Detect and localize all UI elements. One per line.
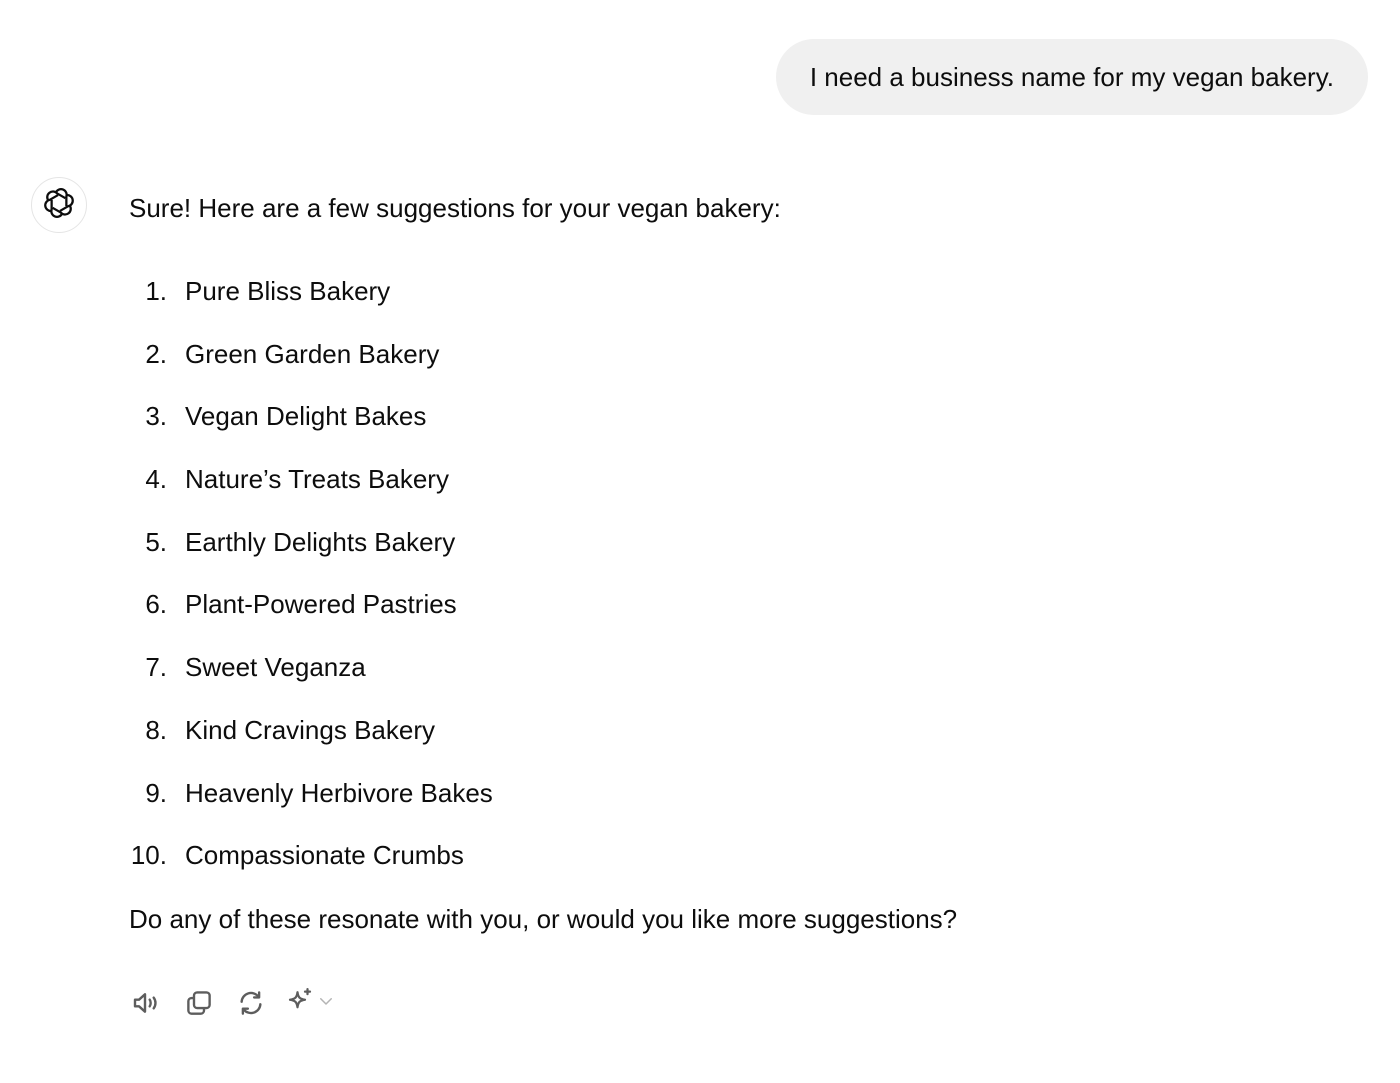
chevron-down-icon [317, 992, 335, 1015]
suggestion-list: 1. Pure Bliss Bakery 2. Green Garden Baker… [129, 269, 1329, 877]
list-item: 8. Kind Cravings Bakery [129, 708, 1329, 752]
list-item: 9. Heavenly Herbivore Bakes [129, 771, 1329, 815]
suggestion-text: Heavenly Herbivore Bakes [185, 777, 493, 808]
assistant-intro: Sure! Here are a few suggestions for you… [129, 193, 781, 223]
sparkle-icon [285, 986, 315, 1021]
list-item: 7. Sweet Veganza [129, 645, 1329, 689]
user-message-row: I need a business name for my vegan bake… [775, 39, 1368, 115]
list-item: 10. Compassionate Crumbs [129, 833, 1329, 877]
list-item: 1. Pure Bliss Bakery [129, 269, 1329, 313]
openai-logo-icon [42, 186, 76, 225]
copy-icon [184, 988, 214, 1018]
suggestion-text: Green Garden Bakery [185, 338, 440, 369]
assistant-message: Sure! Here are a few suggestions for you… [129, 186, 1329, 941]
list-number: 10. [130, 840, 167, 871]
list-number: 6. [145, 589, 167, 620]
suggestion-text: Plant-Powered Pastries [185, 589, 457, 620]
list-item: 2. Green Garden Bakery [129, 332, 1329, 376]
refresh-icon [236, 988, 266, 1018]
assistant-avatar [31, 177, 87, 233]
list-number: 5. [145, 526, 167, 557]
list-number: 3. [145, 401, 167, 432]
suggestion-text: Kind Cravings Bakery [185, 714, 435, 745]
assistant-outro: Do any of these resonate with you, or wo… [129, 904, 958, 935]
speaker-icon [131, 987, 163, 1019]
list-number: 4. [145, 464, 167, 495]
switch-model-button[interactable] [285, 985, 335, 1021]
suggestion-text: Pure Bliss Bakery [185, 276, 391, 306]
list-item: 3. Vegan Delight Bakes [129, 394, 1329, 438]
regenerate-button[interactable] [233, 985, 269, 1021]
copy-button[interactable] [181, 985, 217, 1021]
list-item: 5. Earthly Delights Bakery [129, 520, 1329, 564]
suggestion-text: Vegan Delight Bakes [185, 401, 427, 432]
list-number: 8. [145, 714, 167, 745]
user-message-bubble: I need a business name for my vegan bake… [775, 39, 1368, 115]
list-number: 7. [145, 652, 167, 683]
list-item: 4. Nature’s Treats Bakery [129, 457, 1329, 501]
list-item: 6. Plant-Powered Pastries [129, 582, 1329, 626]
suggestion-text: Nature’s Treats Bakery [185, 464, 449, 495]
suggestion-text: Compassionate Crumbs [185, 840, 464, 871]
suggestion-text: Earthly Delights Bakery [185, 526, 456, 557]
read-aloud-button[interactable] [129, 985, 165, 1021]
list-number: 1. [145, 276, 167, 306]
list-number: 9. [145, 777, 167, 808]
message-actions [129, 985, 335, 1021]
list-number: 2. [145, 338, 167, 369]
suggestion-text: Sweet Veganza [185, 652, 366, 683]
